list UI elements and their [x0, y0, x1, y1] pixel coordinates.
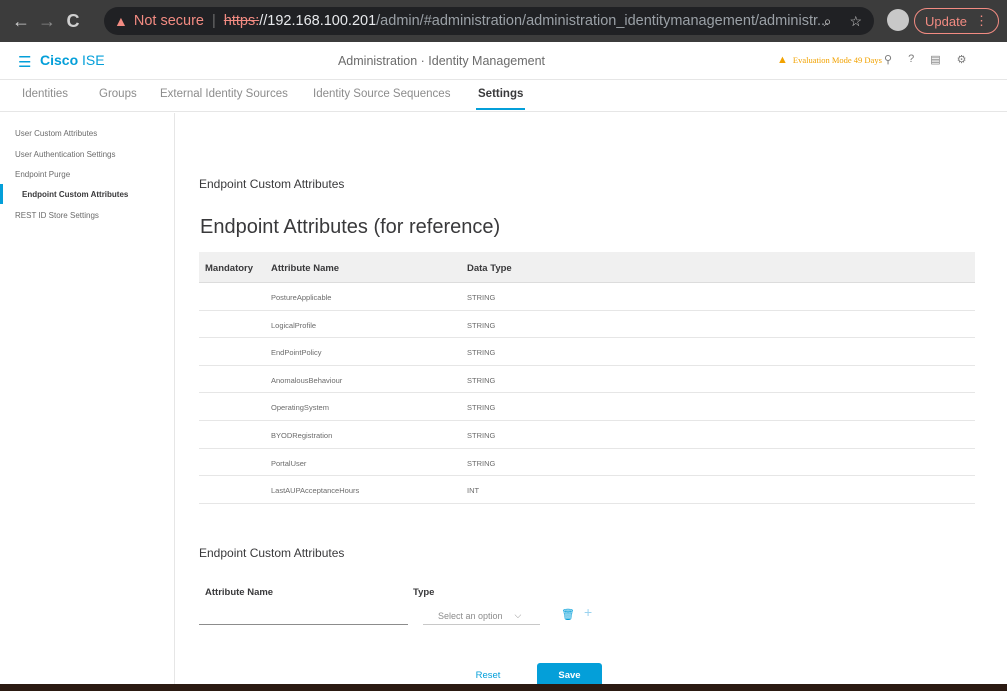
- ise-app: ☰ Cisco ISE Administration · Identity Ma…: [0, 42, 1007, 687]
- type-label: Type: [413, 587, 435, 598]
- add-icon[interactable]: +: [584, 604, 592, 620]
- address-separator: |: [211, 13, 216, 29]
- table-row: AnomalousBehaviour STRING: [199, 366, 975, 394]
- custom-attributes-title: Endpoint Custom Attributes: [199, 546, 345, 560]
- page-title: Administration · Identity Management: [337, 54, 546, 68]
- header-actions: ⚲ ? ▤ ⚙: [884, 53, 966, 66]
- more-menu-icon: ⋮: [974, 13, 988, 28]
- table-row: PostureApplicable STRING: [199, 283, 975, 311]
- table-row: PortalUser STRING: [199, 449, 975, 477]
- table-row: OperatingSystem STRING: [199, 393, 975, 421]
- dashboard-icon[interactable]: ▤: [930, 53, 940, 66]
- data-type-cell: STRING: [467, 375, 496, 385]
- attribute-name-cell: LogicalProfile: [271, 320, 317, 330]
- attribute-name-cell: BYODRegistration: [271, 430, 333, 440]
- profile-avatar[interactable]: [887, 9, 909, 31]
- reference-title: Endpoint Attributes (for reference): [200, 216, 501, 238]
- main-content: Endpoint Custom Attributes Endpoint Attr…: [176, 113, 1007, 687]
- data-type-cell: INT: [467, 486, 480, 496]
- data-type-cell: STRING: [467, 348, 496, 358]
- address-bar[interactable]: ▲ Not secure | https: //192.168.100.201 …: [104, 7, 874, 35]
- endpoint-attributes-table: Mandatory Attribute Name Data Type Postu…: [199, 252, 975, 504]
- attribute-name-input[interactable]: [199, 607, 408, 625]
- zoom-icon[interactable]: ⌕: [824, 13, 832, 30]
- os-taskbar: [0, 684, 1007, 691]
- table-row: LastAUPAcceptanceHours INT: [199, 476, 975, 504]
- reload-icon[interactable]: C: [60, 11, 86, 32]
- attribute-name-cell: PortalUser: [271, 458, 307, 468]
- tab-groups[interactable]: Groups: [99, 88, 137, 100]
- attribute-name-cell: PostureApplicable: [271, 293, 332, 302]
- search-icon[interactable]: ⚲: [884, 53, 892, 66]
- table-row: BYODRegistration STRING: [199, 421, 975, 449]
- not-secure-label[interactable]: Not secure: [134, 13, 204, 29]
- data-type-cell: STRING: [467, 403, 496, 413]
- app-header: ☰ Cisco ISE Administration · Identity Ma…: [0, 42, 1007, 80]
- sidebar-item-endpoint-purge[interactable]: Endpoint Purge: [0, 164, 174, 184]
- update-label: Update: [925, 13, 967, 29]
- column-header-mandatory: Mandatory: [205, 263, 254, 274]
- evaluation-badge[interactable]: ▲ Evaluation Mode 49 Days: [777, 54, 882, 66]
- column-header-data-type: Data Type: [467, 263, 512, 274]
- tab-identity-source-sequences[interactable]: Identity Source Sequences: [313, 88, 450, 100]
- attribute-name-cell: EndPointPolicy: [271, 348, 322, 358]
- trash-icon[interactable]: 🗑: [561, 608, 575, 621]
- tab-bar: Identities Groups External Identity Sour…: [0, 80, 1007, 112]
- attribute-name-cell: LastAUPAcceptanceHours: [271, 486, 360, 496]
- url-path: /admin/#administration/administration_id…: [376, 13, 830, 29]
- evaluation-text: Evaluation Mode 49 Days: [792, 55, 882, 65]
- browser-toolbar: ← → C ▲ Not secure | https: //192.168.10…: [0, 0, 1007, 42]
- sidebar-item-rest-id-store-settings[interactable]: REST ID Store Settings: [0, 205, 174, 225]
- warning-icon: ▲: [114, 13, 128, 29]
- table-header: Mandatory Attribute Name Data Type: [199, 252, 975, 283]
- data-type-cell: STRING: [467, 320, 496, 330]
- forward-icon[interactable]: →: [34, 11, 60, 32]
- table-row: LogicalProfile STRING: [199, 311, 975, 339]
- data-type-cell: STRING: [467, 430, 496, 440]
- tab-identities[interactable]: Identities: [22, 88, 68, 100]
- url-scheme: https:: [223, 13, 260, 29]
- warning-icon: ▲: [777, 54, 788, 66]
- sidebar-item-user-authentication-settings[interactable]: User Authentication Settings: [0, 144, 174, 164]
- data-type-cell: STRING: [467, 458, 496, 468]
- tab-settings[interactable]: Settings: [475, 88, 526, 110]
- type-select[interactable]: Select an option ⌵: [423, 607, 540, 625]
- url-host: //192.168.100.201: [259, 13, 377, 29]
- help-icon[interactable]: ?: [908, 53, 914, 66]
- sidebar-item-endpoint-custom-attributes[interactable]: Endpoint Custom Attributes: [0, 184, 174, 204]
- sidebar-item-user-custom-attributes[interactable]: User Custom Attributes: [0, 123, 174, 143]
- update-button[interactable]: Update ⋮: [914, 8, 999, 34]
- chevron-down-icon: ⌵: [514, 610, 522, 620]
- attribute-name-label: Attribute Name: [205, 587, 274, 598]
- column-header-attribute-name: Attribute Name: [271, 263, 340, 274]
- attribute-name-cell: OperatingSystem: [271, 403, 329, 413]
- tab-external-identity-sources[interactable]: External Identity Sources: [160, 88, 288, 100]
- section-title: Endpoint Custom Attributes: [199, 177, 345, 191]
- data-type-cell: STRING: [467, 293, 496, 302]
- type-select-placeholder: Select an option: [438, 610, 503, 621]
- table-row: EndPointPolicy STRING: [199, 338, 975, 366]
- back-icon[interactable]: ←: [8, 11, 34, 32]
- attribute-name-cell: AnomalousBehaviour: [271, 375, 343, 385]
- address-bar-actions: ⌕ ☆: [824, 13, 862, 30]
- bookmark-star-icon[interactable]: ☆: [849, 13, 862, 30]
- gear-icon[interactable]: ⚙: [957, 53, 967, 66]
- settings-sidebar: User Custom Attributes User Authenticati…: [0, 113, 175, 684]
